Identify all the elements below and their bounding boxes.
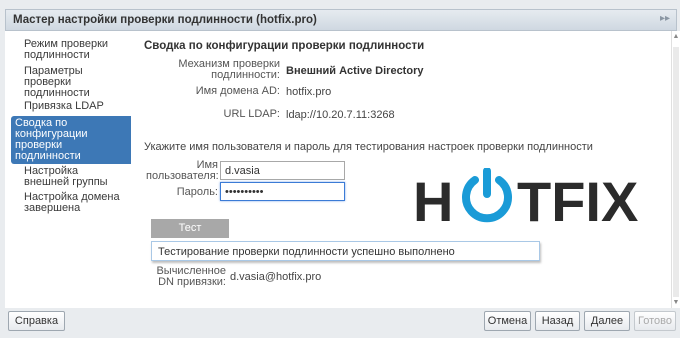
next-button[interactable]: Далее [584,311,630,331]
test-prompt: Укажите имя пользователя и пароль для те… [144,141,593,153]
result-message: Тестирование проверки подлинности успешн… [151,241,540,261]
username-input[interactable] [220,161,345,180]
domain-label: Имя домена AD: [195,85,280,97]
help-button[interactable]: Справка [8,311,65,331]
dn-label: Вычисленное DN привязки: [156,265,226,288]
page-title: Сводка по конфигурации проверки подлинно… [144,40,425,52]
dn-value: d.vasia@hotfix.pro [230,271,322,283]
title-bar: Мастер настройки проверки подлинности (h… [5,9,677,31]
password-label: Пароль: [176,186,218,198]
username-label: Имя пользователя: [146,159,219,182]
scroll-down-icon[interactable]: ▼ [672,299,680,306]
wizard-window: Мастер настройки проверки подлинности (h… [0,0,680,338]
mechanism-label: Механизм проверки подлинности: [178,58,280,81]
back-button[interactable]: Назад [535,311,580,331]
hotfix-logo: H TFIX [413,168,638,228]
window-title: Мастер настройки проверки подлинности (h… [13,14,317,26]
scrollbar-thumb[interactable] [673,47,679,297]
mechanism-value: Внешний Active Directory [286,65,424,77]
logo-letter-h: H [413,170,453,228]
scroll-up-icon[interactable]: ▲ [672,33,680,40]
finish-button[interactable]: Готово [634,311,676,331]
test-button[interactable]: Тест [151,219,229,238]
password-input[interactable]: •••••••••• [220,182,345,201]
power-icon [462,168,512,223]
cancel-button[interactable]: Отмена [484,311,531,331]
collapse-icon[interactable]: ▸▸ [660,13,670,24]
url-label: URL LDAP: [223,108,280,120]
scrollbar[interactable]: ▲ ▼ [671,31,680,308]
domain-value: hotfix.pro [286,86,332,98]
logo-letters-tfix: TFIX [517,170,638,228]
url-value: ldap://10.20.7.11:3268 [286,109,395,121]
